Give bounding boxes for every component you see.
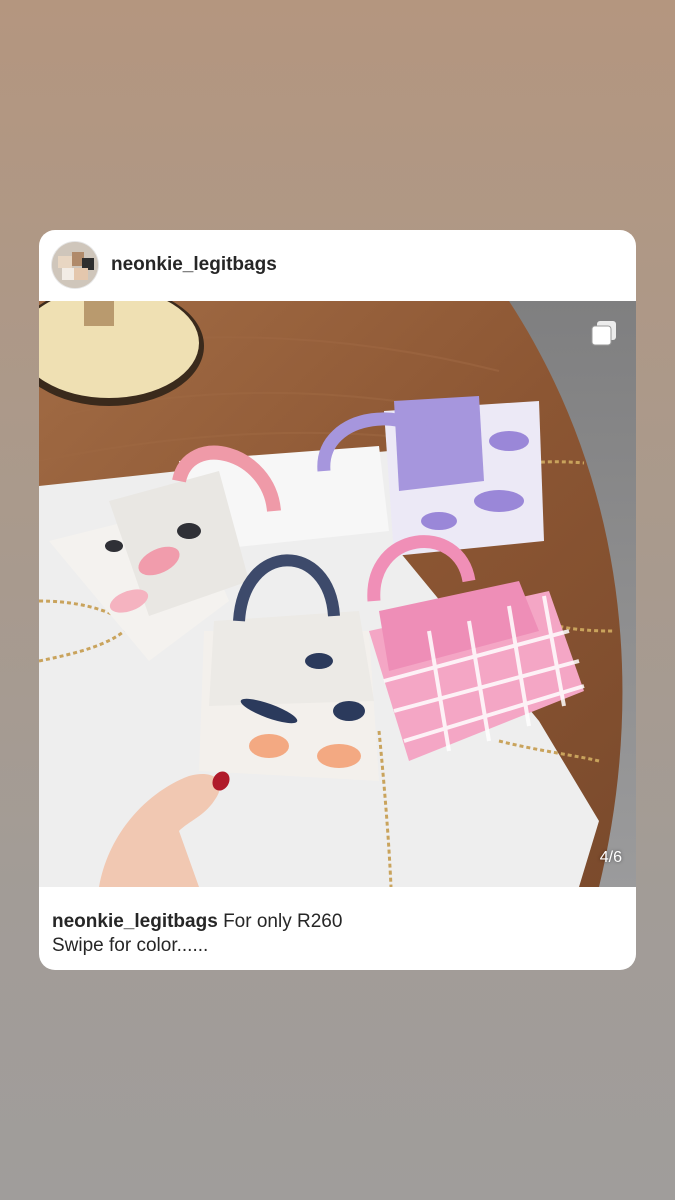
slide-counter: 4/6 [599,849,622,866]
post-username[interactable]: neonkie_legitbags [111,254,277,276]
caption-username[interactable]: neonkie_legitbags [52,911,218,932]
post-image[interactable]: 4/6 [39,301,636,887]
multiple-photos-icon [590,319,618,347]
caption-line-2: Swipe for color...... [52,935,209,956]
avatar[interactable] [52,242,98,288]
post-card: neonkie_legitbags 4/6 neonkie_legitbags … [39,230,636,970]
caption-line-1: For only R260 [223,911,343,932]
post-caption: neonkie_legitbags For only R260 Swipe fo… [52,910,622,958]
post-header: neonkie_legitbags [39,230,636,301]
